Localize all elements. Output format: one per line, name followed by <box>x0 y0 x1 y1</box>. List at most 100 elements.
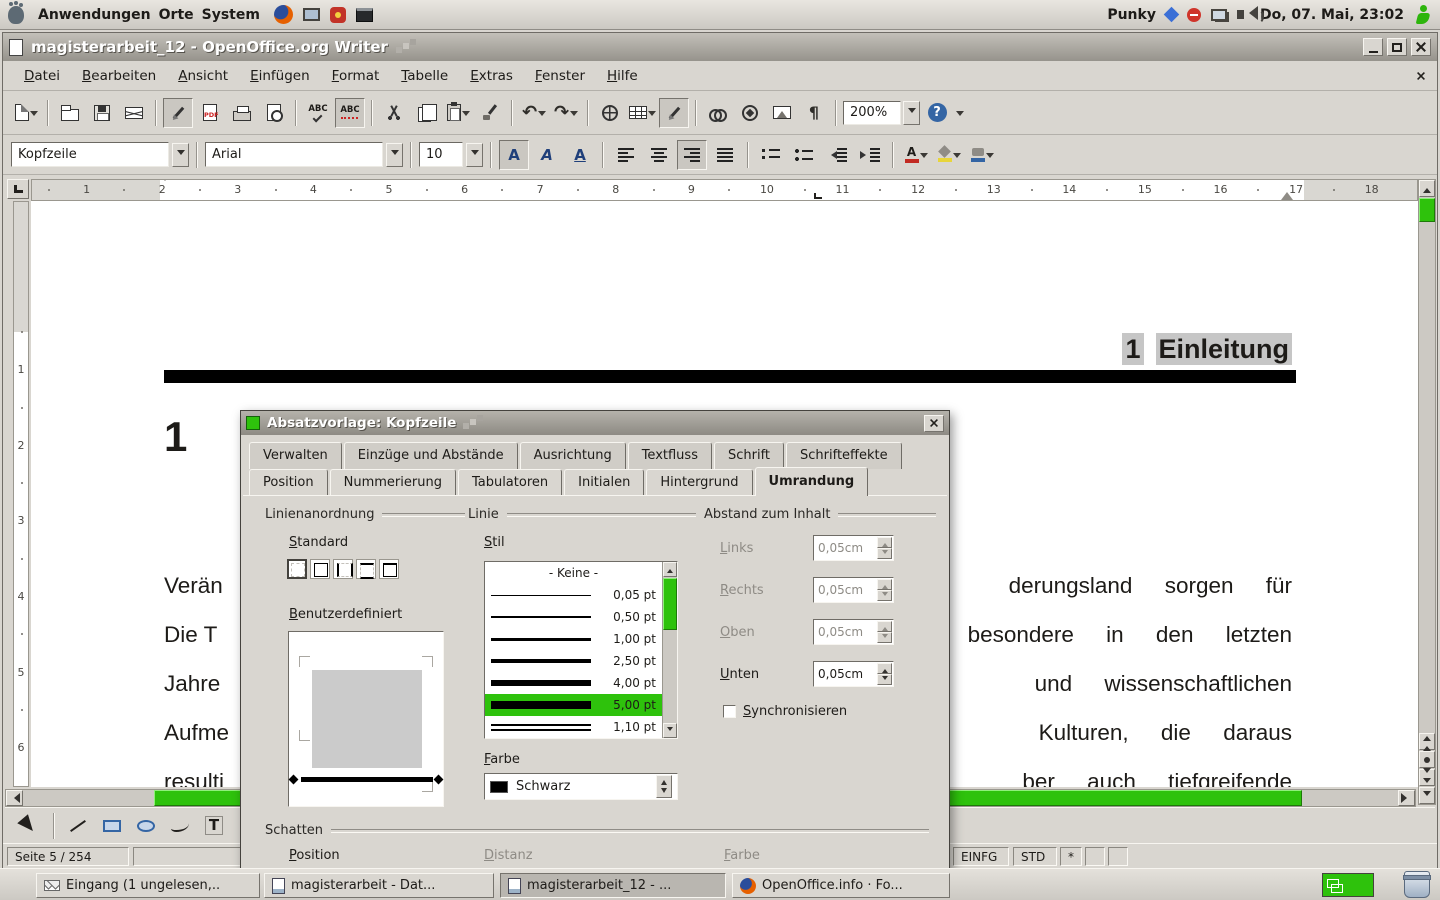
firefox-launcher-icon[interactable] <box>274 5 293 24</box>
trash-icon[interactable] <box>1404 871 1430 898</box>
align-right-button[interactable] <box>677 140 707 170</box>
indent-marker[interactable] <box>159 181 183 200</box>
volume-icon[interactable] <box>1237 10 1244 19</box>
cut-button[interactable] <box>379 98 409 128</box>
show-draw-functions-button[interactable] <box>659 98 689 128</box>
save-button[interactable] <box>87 98 117 128</box>
next-page-button[interactable] <box>1419 769 1435 786</box>
tab-verwalten[interactable]: Verwalten <box>249 442 342 469</box>
tab-initialen[interactable]: Initialen <box>564 469 644 496</box>
menu-item[interactable]: Hilfe <box>596 64 649 88</box>
scroll-down-button[interactable] <box>1419 787 1435 804</box>
zoom-dropdown-button[interactable] <box>903 101 920 125</box>
scroll-right-button[interactable] <box>1398 790 1415 806</box>
network-icon[interactable] <box>1211 9 1227 21</box>
close-document-icon[interactable] <box>1416 71 1426 81</box>
games-launcher-icon[interactable] <box>330 7 346 23</box>
align-left-button[interactable] <box>611 140 641 170</box>
updates-icon[interactable] <box>1187 8 1201 22</box>
spin-up-button[interactable] <box>877 663 892 674</box>
dialog-titlebar[interactable]: Absatzvorlage: Kopfzeile <box>241 411 949 435</box>
tab-position[interactable]: Position <box>249 469 328 496</box>
find-replace-button[interactable] <box>703 98 733 128</box>
maximize-button[interactable] <box>1387 38 1407 56</box>
increase-indent-button[interactable] <box>855 140 885 170</box>
tab-textfluss[interactable]: Textfluss <box>628 442 712 469</box>
menu-item[interactable]: Ansicht <box>167 64 239 88</box>
window-titlebar[interactable]: magisterarbeit_12 - OpenOffice.org Write… <box>3 33 1437 61</box>
dialog-close-button[interactable] <box>924 415 944 432</box>
gallery-button[interactable] <box>767 98 797 128</box>
line-style-option[interactable]: 0,05 pt <box>485 584 662 606</box>
chevron-down-icon[interactable] <box>538 111 546 120</box>
decrease-indent-button[interactable] <box>822 140 852 170</box>
taskbar-item-mail[interactable]: Eingang (1 ungelesen,.. <box>36 873 260 898</box>
scroll-down-button[interactable] <box>663 723 677 738</box>
vertical-scroll-thumb[interactable] <box>1419 198 1435 222</box>
ellipse-tool-button[interactable] <box>131 811 161 841</box>
chevron-down-icon[interactable] <box>570 111 578 120</box>
print-button[interactable] <box>227 98 257 128</box>
vertical-scrollbar[interactable] <box>1418 179 1436 805</box>
highlighting-button[interactable] <box>934 140 964 170</box>
list-scroll-thumb[interactable] <box>663 578 677 630</box>
email-button[interactable] <box>119 98 149 128</box>
toolbar-overflow-icon[interactable] <box>956 111 964 120</box>
preset-box-border[interactable] <box>310 559 330 579</box>
vertical-ruler[interactable]: 123456 <box>13 201 29 787</box>
line-style-option[interactable]: 0,50 pt <box>485 606 662 628</box>
justify-button[interactable] <box>710 140 740 170</box>
preset-left-right-border[interactable] <box>333 559 353 579</box>
scroll-left-button[interactable] <box>6 790 23 806</box>
autospellcheck-button[interactable]: ABC <box>335 98 365 128</box>
navigator-button[interactable] <box>735 98 765 128</box>
bold-button[interactable]: A <box>499 140 529 170</box>
chevron-down-icon[interactable] <box>953 153 961 162</box>
open-button[interactable] <box>55 98 85 128</box>
format-paintbrush-button[interactable] <box>475 98 505 128</box>
panel-menu-item[interactable]: Anwendungen <box>34 7 155 23</box>
rectangle-tool-button[interactable] <box>97 811 127 841</box>
monitor-launcher-icon[interactable] <box>303 8 320 21</box>
right-indent-marker[interactable] <box>1281 186 1293 200</box>
page-preview-button[interactable] <box>259 98 289 128</box>
style-dropdown-button[interactable] <box>172 143 189 167</box>
new-document-button[interactable] <box>11 98 41 128</box>
list-scrollbar[interactable] <box>662 562 677 738</box>
font-name-input[interactable]: Arial <box>205 142 383 167</box>
tab-schrifteffekte[interactable]: Schrifteffekte <box>786 442 902 469</box>
font-dropdown-button[interactable] <box>386 143 403 167</box>
previous-page-button[interactable] <box>1419 733 1435 750</box>
align-center-button[interactable] <box>644 140 674 170</box>
menu-item[interactable]: Datei <box>13 64 71 88</box>
gnome-menu-icon[interactable] <box>8 6 24 24</box>
label-synchronize[interactable]: Synchronisieren <box>743 704 847 719</box>
padding-bottom-field[interactable]: 0,05cm <box>813 661 894 687</box>
bullet-list-button[interactable] <box>789 140 819 170</box>
nonprinting-characters-button[interactable]: ¶ <box>799 98 829 128</box>
tab-tabulatoren[interactable]: Tabulatoren <box>458 469 562 496</box>
redo-button[interactable]: ↷ <box>551 98 581 128</box>
menu-item[interactable]: Fenster <box>524 64 596 88</box>
close-button[interactable] <box>1411 38 1431 56</box>
chevron-down-icon[interactable] <box>920 153 928 162</box>
paragraph-style-input[interactable]: Kopfzeile <box>11 142 169 167</box>
terminal-launcher-icon[interactable] <box>356 8 373 22</box>
line-style-option-selected[interactable]: 5,00 pt <box>485 694 662 716</box>
menu-item[interactable]: Format <box>321 64 391 88</box>
chevron-down-icon[interactable] <box>30 111 38 120</box>
tab-stop-marker[interactable] <box>814 193 822 199</box>
tab-type-selector[interactable] <box>7 179 29 199</box>
help-button[interactable]: ? <box>922 98 952 128</box>
preset-top-bottom-border[interactable] <box>356 559 376 579</box>
line-style-option[interactable]: 1,00 pt <box>485 628 662 650</box>
paste-button[interactable] <box>443 98 473 128</box>
panel-menu-item[interactable]: System <box>198 7 264 23</box>
run-application-icon[interactable] <box>1414 5 1432 25</box>
modified-indicator[interactable]: * <box>1060 847 1082 866</box>
font-size-input[interactable]: 10 <box>419 142 463 167</box>
chevron-down-icon[interactable] <box>648 111 656 120</box>
font-color-button[interactable]: A <box>901 140 931 170</box>
menu-item[interactable]: Tabelle <box>390 64 459 88</box>
color-spin-button[interactable] <box>656 775 672 798</box>
